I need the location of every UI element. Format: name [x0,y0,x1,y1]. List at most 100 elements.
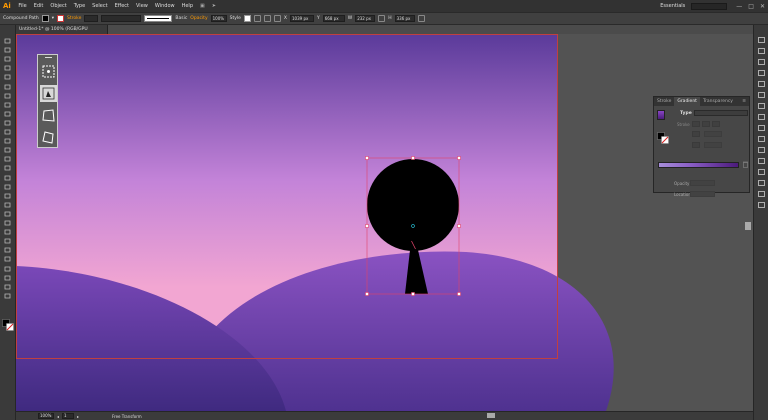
recolor-icon[interactable] [253,15,261,22]
rectangle-tool-icon[interactable] [4,111,11,117]
minimize-button[interactable]: — [733,3,745,10]
perspective-grid-tool-icon[interactable] [4,202,11,208]
eraser-tool-icon[interactable] [4,147,11,153]
gradient-slider[interactable] [658,162,739,168]
tab-gradient[interactable]: Gradient [674,97,700,106]
gradient-thumbnail[interactable] [657,110,665,120]
menu-file[interactable]: File [15,3,30,9]
zoom-tool-icon[interactable] [4,293,11,299]
shape-builder-tool-icon[interactable] [4,193,11,199]
pencil-tool-icon[interactable] [4,138,11,144]
tab-transparency[interactable]: Transparency [700,97,736,106]
stroke-panel-icon[interactable] [758,147,765,153]
brushes-icon[interactable] [758,103,765,109]
gradient-tool-icon[interactable] [4,220,11,226]
free-distort-tool[interactable] [40,129,57,146]
shaper-tool-icon[interactable] [4,129,11,135]
vertical-scrollbar[interactable] [745,222,751,230]
fill-dropdown-icon[interactable]: ▾ [52,16,54,21]
trash-icon[interactable] [743,161,748,168]
menu-object[interactable]: Object [47,3,70,9]
appearance-icon[interactable] [758,136,765,142]
brush-definition-field[interactable] [144,15,173,22]
free-transform-tool[interactable] [40,85,57,102]
link-icon[interactable] [378,15,386,22]
perspective-distort-tool[interactable] [40,107,57,124]
stroke-option-3[interactable] [712,121,720,127]
type-select[interactable] [694,110,748,116]
opacity-label[interactable]: Opacity [190,16,207,21]
w-field[interactable]: 232 px [355,15,376,22]
color-guide-icon[interactable] [758,81,765,87]
rotate-tool-icon[interactable] [4,156,11,162]
menu-window[interactable]: Window [151,3,178,9]
width-tool-icon[interactable] [4,175,11,181]
stroke-swatch[interactable] [57,15,65,22]
lasso-tool-icon[interactable] [4,65,11,71]
panel-menu-icon[interactable]: ≡ [742,99,749,104]
x-field[interactable]: 1039 px [290,15,315,22]
pathfinder-icon[interactable] [758,191,765,197]
widget-grip[interactable] [45,57,52,58]
workspace-switcher[interactable]: Essentials [660,3,685,9]
aspect-field[interactable] [704,142,722,148]
y-field[interactable]: 668 px [322,15,345,22]
graphic-styles-icon[interactable] [758,125,765,131]
line-tool-icon[interactable] [4,102,11,108]
next-artboard-button[interactable]: ▸ [77,414,79,419]
close-button[interactable]: ✕ [757,3,768,10]
type-tool-icon[interactable] [4,93,11,99]
fill-stroke-icon[interactable] [657,132,669,144]
blend-tool-icon[interactable] [4,238,11,244]
artboard-artwork[interactable] [16,34,753,411]
slice-tool-icon[interactable] [4,275,11,281]
search-input[interactable] [691,2,728,10]
symbol-sprayer-tool-icon[interactable] [4,247,11,253]
artboard-number-field[interactable]: 1 [62,413,75,419]
selection-tool-icon[interactable] [4,38,11,44]
magic-wand-tool-icon[interactable] [4,56,11,62]
menu-help[interactable]: Help [178,3,196,9]
pen-tool-icon[interactable] [4,74,11,80]
gradient-panel-icon[interactable] [758,158,765,164]
properties-icon[interactable] [758,48,765,54]
transform-icon[interactable] [273,15,281,22]
maximize-button[interactable]: □ [745,3,757,10]
bridge-icon[interactable]: ▣ [197,3,209,9]
align-panel-icon[interactable] [758,180,765,186]
zoom-field[interactable]: 100% [38,413,54,419]
fill-stroke-widget[interactable] [2,319,14,331]
send-icon[interactable]: ➤ [208,3,219,9]
fill-swatch[interactable] [41,15,49,22]
menu-select[interactable]: Select [89,3,111,9]
scale-tool-icon[interactable] [4,165,11,171]
free-transform-tool-icon[interactable] [4,184,11,190]
menu-type[interactable]: Type [70,3,88,9]
color-icon[interactable] [758,70,765,76]
tab-stroke[interactable]: Stroke [654,97,674,106]
menu-effect[interactable]: Effect [111,3,132,9]
column-graph-tool-icon[interactable] [4,256,11,262]
direct-selection-tool-icon[interactable] [4,47,11,53]
swatches-icon[interactable] [758,92,765,98]
libraries-icon[interactable] [758,37,765,43]
options-icon[interactable] [417,15,425,22]
eyedropper-tool-icon[interactable] [4,229,11,235]
menu-view[interactable]: View [133,3,152,9]
hand-tool-icon[interactable] [4,284,11,290]
constrain-button[interactable] [40,63,57,80]
paintbrush-tool-icon[interactable] [4,120,11,126]
prev-artboard-button[interactable]: ◂ [57,414,59,419]
curvature-tool-icon[interactable] [4,84,11,90]
angle-field[interactable] [704,131,722,137]
transform-panel-icon[interactable] [758,202,765,208]
stroke-label[interactable]: Stroke [67,16,81,21]
document-tab[interactable]: Untitled-1* @ 100% (RGB/GPU Preview) [16,25,108,41]
menu-edit[interactable]: Edit [30,3,47,9]
stroke-option-2[interactable] [702,121,710,127]
symbols-icon[interactable] [758,114,765,120]
variable-width-field[interactable] [101,15,142,22]
style-swatch[interactable] [243,15,251,22]
canvas[interactable] [16,34,753,411]
h-field[interactable]: 336 px [394,15,415,22]
